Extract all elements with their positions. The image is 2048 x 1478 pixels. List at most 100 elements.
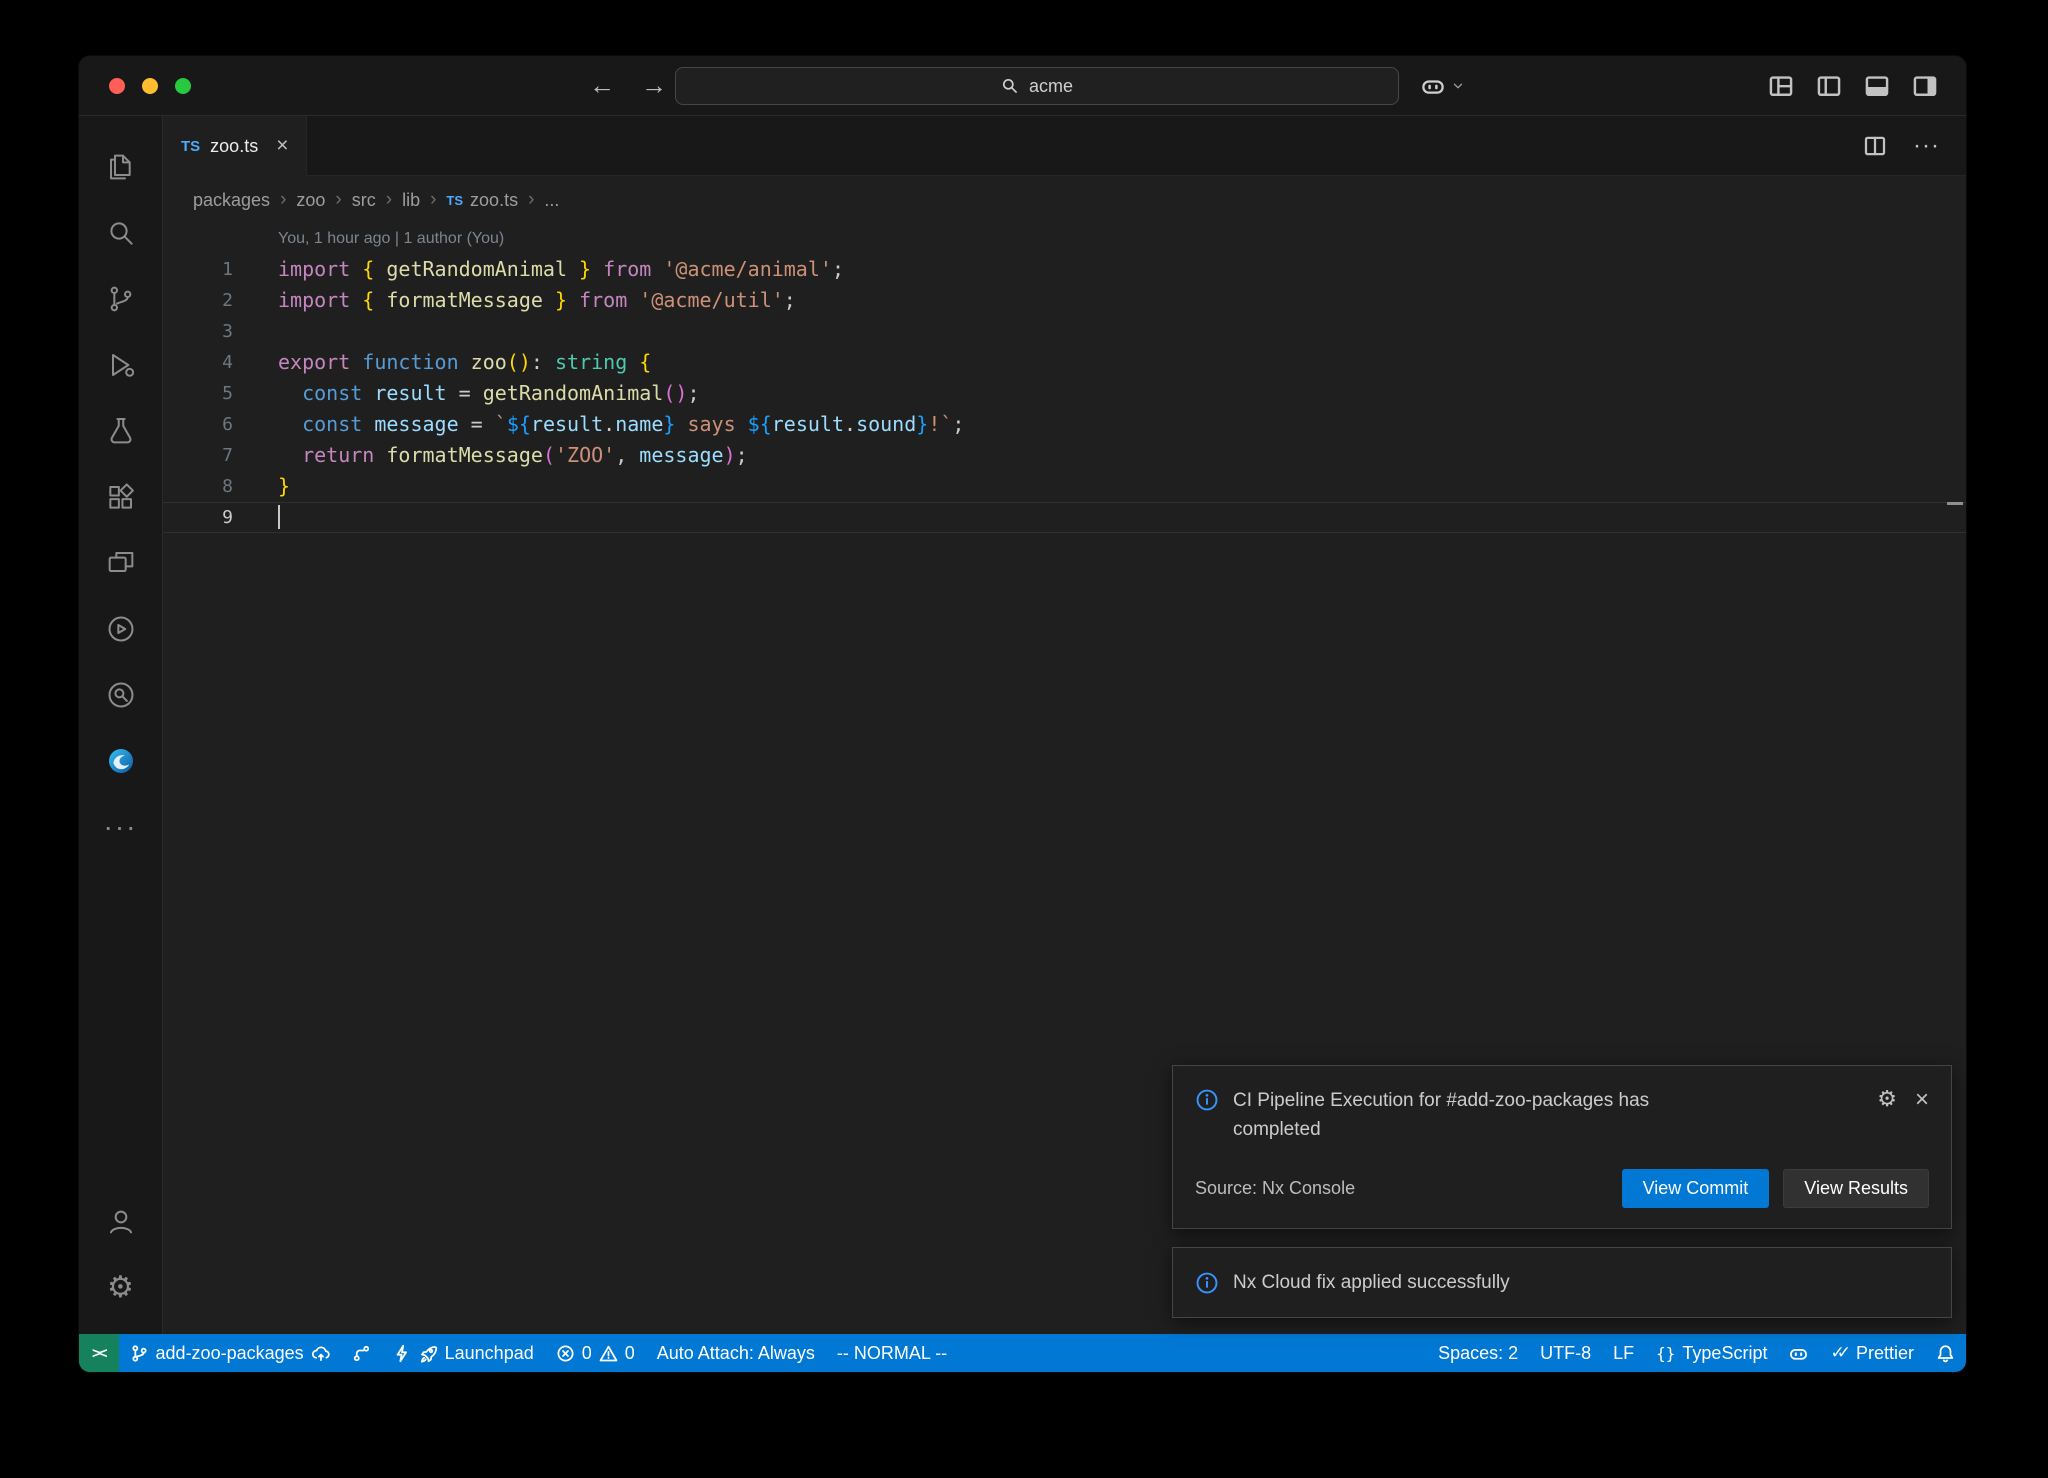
line-number: 4	[163, 347, 233, 378]
chevron-right-icon: ›	[280, 189, 286, 211]
remote-indicator[interactable]: ><	[79, 1334, 119, 1372]
code-line[interactable]: 4export function zoo(): string {	[163, 347, 1966, 378]
indentation-indicator[interactable]: Spaces: 2	[1427, 1334, 1529, 1372]
inspect-icon	[105, 679, 137, 711]
branch-indicator[interactable]: add-zoo-packages	[119, 1334, 341, 1372]
edge-tools-tab[interactable]	[79, 728, 162, 794]
language-label: TypeScript	[1682, 1343, 1767, 1364]
eol-label: LF	[1613, 1343, 1634, 1364]
notification-message: CI Pipeline Execution for #add-zoo-packa…	[1233, 1086, 1713, 1145]
inspector-tab[interactable]	[79, 662, 162, 728]
view-commit-button[interactable]: View Commit	[1622, 1169, 1770, 1208]
indentation-label: Spaces: 2	[1438, 1343, 1518, 1364]
source-control-tab[interactable]	[79, 266, 162, 332]
copilot-button[interactable]	[1421, 56, 1465, 115]
manage-button[interactable]: ⚙	[79, 1254, 162, 1320]
chevron-right-icon: ›	[335, 189, 341, 211]
testing-tab[interactable]	[79, 398, 162, 464]
bell-icon	[1936, 1344, 1955, 1363]
launchpad-button[interactable]: Launchpad	[382, 1334, 545, 1372]
tab-zoo-ts[interactable]: TS zoo.ts ×	[163, 116, 307, 176]
titlebar: ← → acme	[79, 56, 1966, 116]
breadcrumb-item[interactable]: lib	[402, 190, 420, 211]
warning-count: 0	[625, 1343, 635, 1364]
line-number: 5	[163, 378, 233, 409]
additional-views-button[interactable]: ···	[79, 794, 162, 860]
notification-message: Nx Cloud fix applied successfully	[1233, 1268, 1510, 1297]
code-line[interactable]: 7 return formatMessage('ZOO', message);	[163, 440, 1966, 471]
code-line[interactable]: 1import { getRandomAnimal } from '@acme/…	[163, 254, 1966, 285]
minimize-window-button[interactable]	[142, 78, 158, 94]
eol-indicator[interactable]: LF	[1602, 1334, 1645, 1372]
command-center[interactable]: acme	[675, 67, 1399, 105]
search-tab[interactable]	[79, 200, 162, 266]
code-line[interactable]: 6 const message = `${result.name} says $…	[163, 409, 1966, 440]
vim-mode-indicator[interactable]: -- NORMAL --	[826, 1334, 958, 1372]
nx-console-icon	[105, 613, 137, 645]
edge-browser-icon	[105, 745, 137, 777]
split-editor-icon[interactable]	[1863, 134, 1887, 158]
breadcrumb-item[interactable]: src	[352, 190, 376, 211]
notifications-bell-button[interactable]	[1925, 1334, 1966, 1372]
code-line[interactable]: 5 const result = getRandomAnimal();	[163, 378, 1966, 409]
customize-layout-icon[interactable]	[1768, 73, 1794, 99]
encoding-indicator[interactable]: UTF-8	[1529, 1334, 1602, 1372]
git-graph-button[interactable]	[341, 1334, 382, 1372]
fullscreen-window-button[interactable]	[175, 78, 191, 94]
language-indicator[interactable]: {} TypeScript	[1645, 1334, 1778, 1372]
info-icon	[1195, 1271, 1219, 1295]
vim-mode-label: -- NORMAL --	[837, 1343, 947, 1364]
branch-name: add-zoo-packages	[156, 1343, 304, 1364]
accounts-button[interactable]	[79, 1188, 162, 1254]
nx-console-tab[interactable]	[79, 596, 162, 662]
tab-label: zoo.ts	[210, 136, 258, 157]
notification-source: Source: Nx Console	[1195, 1178, 1355, 1199]
notification-settings-gear-icon[interactable]: ⚙	[1877, 1087, 1897, 1112]
editor-actions-more-icon[interactable]: ···	[1913, 132, 1940, 160]
gear-icon: ⚙	[107, 1270, 134, 1305]
run-and-debug-tab[interactable]	[79, 332, 162, 398]
copilot-status-button[interactable]	[1778, 1334, 1819, 1372]
breadcrumb-file[interactable]: zoo.ts	[470, 190, 518, 211]
chevron-right-icon: ›	[528, 189, 534, 211]
view-results-button[interactable]: View Results	[1783, 1169, 1929, 1208]
toggle-panel-icon[interactable]	[1864, 73, 1890, 99]
status-bar: >< add-zoo-packages Launchpad 0 0 Auto A…	[79, 1334, 1966, 1372]
code-line[interactable]: 9	[163, 502, 1966, 533]
tab-bar: TS zoo.ts × ···	[163, 116, 1966, 176]
search-icon	[1001, 77, 1019, 95]
problems-indicator[interactable]: 0 0	[545, 1334, 646, 1372]
command-center-text: acme	[1029, 76, 1073, 97]
tab-close-button[interactable]: ×	[276, 134, 288, 158]
toggle-secondary-sidebar-icon[interactable]	[1912, 73, 1938, 99]
auto-attach-indicator[interactable]: Auto Attach: Always	[646, 1334, 826, 1372]
breadcrumb-item[interactable]: zoo	[296, 190, 325, 211]
launchpad-label: Launchpad	[445, 1343, 534, 1364]
error-count: 0	[582, 1343, 592, 1364]
braces-icon: {}	[1656, 1344, 1675, 1363]
line-number: 1	[163, 254, 233, 285]
typescript-file-icon: TS	[181, 138, 200, 155]
notification-toast: CI Pipeline Execution for #add-zoo-packa…	[1172, 1065, 1952, 1229]
forward-button[interactable]: →	[641, 70, 667, 101]
explorer-icon	[105, 151, 137, 183]
code-line[interactable]: 3	[163, 316, 1966, 347]
close-window-button[interactable]	[109, 78, 125, 94]
line-number: 7	[163, 440, 233, 471]
overview-ruler-mark	[1947, 502, 1963, 505]
code-line[interactable]: 2import { formatMessage } from '@acme/ut…	[163, 285, 1966, 316]
breadcrumb-item[interactable]: packages	[193, 190, 270, 211]
more-icon: ···	[104, 811, 138, 843]
explorer-tab[interactable]	[79, 134, 162, 200]
toggle-primary-sidebar-icon[interactable]	[1816, 73, 1842, 99]
notification-close-icon[interactable]: ×	[1915, 1086, 1929, 1114]
breadcrumb-overflow[interactable]: ...	[544, 190, 559, 211]
auto-attach-label: Auto Attach: Always	[657, 1343, 815, 1364]
git-branch-icon	[130, 1344, 149, 1363]
back-button[interactable]: ←	[589, 70, 615, 101]
formatter-indicator[interactable]: ✓✓ Prettier	[1819, 1334, 1925, 1372]
remote-explorer-tab[interactable]	[79, 530, 162, 596]
extensions-tab[interactable]	[79, 464, 162, 530]
run-debug-icon	[105, 349, 137, 381]
code-line[interactable]: 8}	[163, 471, 1966, 502]
